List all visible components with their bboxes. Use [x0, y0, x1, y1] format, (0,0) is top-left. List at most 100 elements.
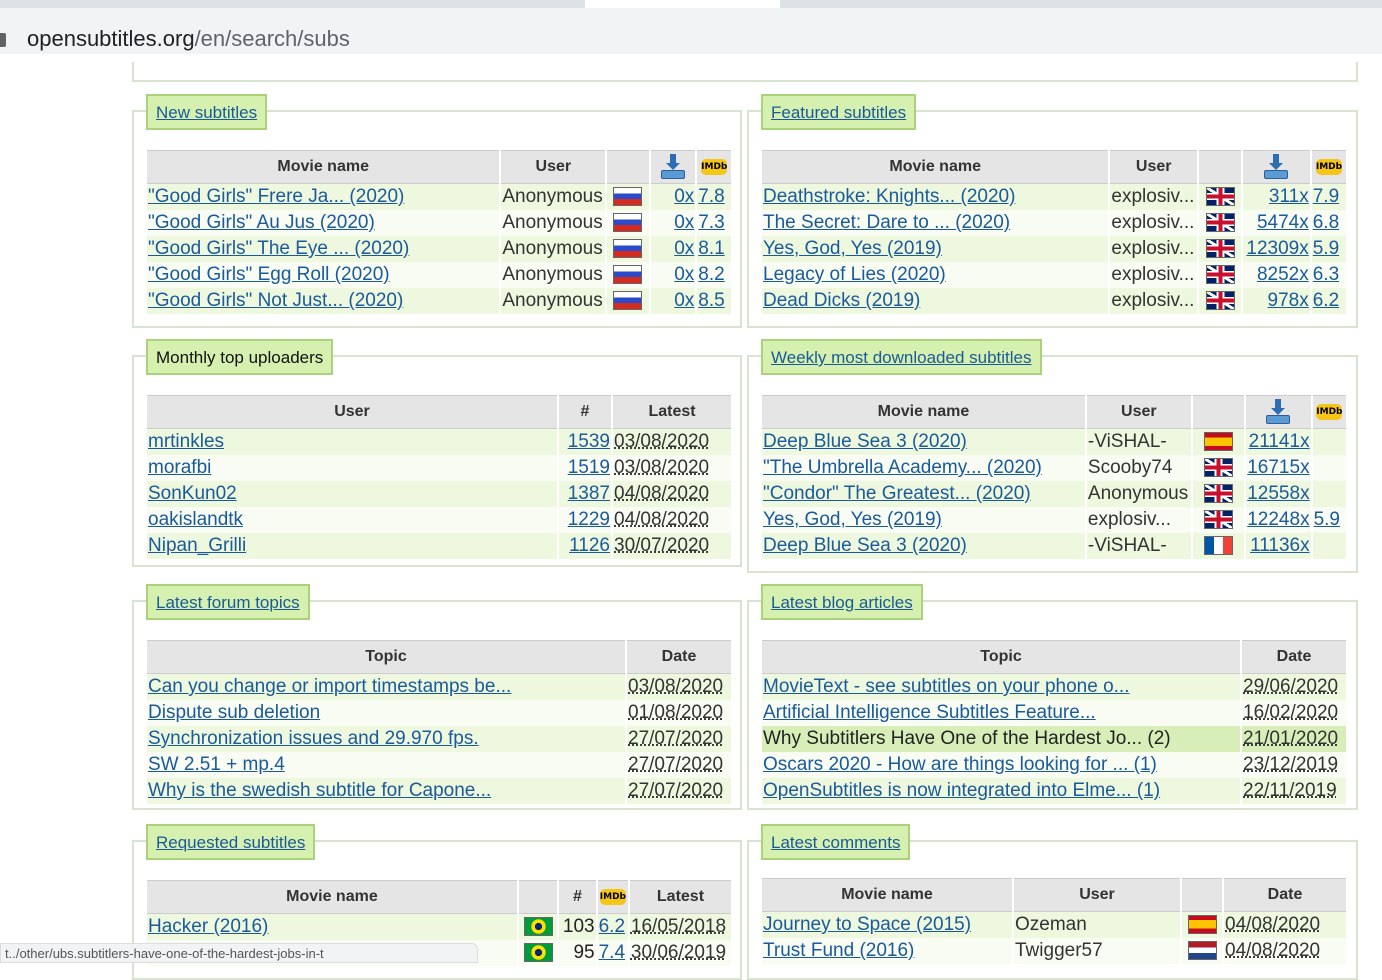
upload-count-link[interactable]: 1539 [568, 431, 610, 452]
topic-text[interactable]: Why Subtitlers Have One of the Hardest J… [763, 728, 1171, 749]
movie-link[interactable]: Deep Blue Sea 3 (2020) [763, 431, 967, 452]
movie-link[interactable]: Deathstroke: Knights... (2020) [763, 186, 1015, 207]
downloads-link[interactable]: 5474x [1257, 212, 1309, 233]
featured-subtitles-legend[interactable]: Featured subtitles [761, 94, 917, 130]
blog-articles-link[interactable]: Latest blog articles [771, 593, 913, 612]
topic-link[interactable]: Why is the swedish subtitle for Capone..… [148, 780, 491, 801]
movie-link[interactable]: "Condor" The Greatest... (2020) [763, 483, 1031, 504]
topic-link[interactable]: MovieText - see subtitles on your phone … [763, 676, 1129, 697]
downloads-link[interactable]: 978x [1268, 290, 1309, 311]
browser-address-bar: opensubtitles.org/en/search/subs [0, 0, 1382, 62]
movie-link[interactable]: Yes, God, Yes (2019) [763, 509, 942, 530]
imdb-rating-link[interactable]: 7.4 [599, 942, 625, 963]
lock-icon[interactable] [0, 33, 6, 47]
active-tab-edge [585, 0, 780, 8]
downloads-link[interactable]: 311x [1269, 186, 1309, 207]
imdb-rating-link[interactable]: 8.1 [698, 238, 724, 259]
imdb-rating-link[interactable]: 6.2 [599, 916, 625, 937]
table-row: morafbi 1519 03/08/2020 [147, 455, 731, 481]
upload-count-link[interactable]: 1387 [568, 483, 610, 504]
weekly-downloaded-link[interactable]: Weekly most downloaded subtitles [771, 348, 1032, 367]
movie-link[interactable]: Yes, God, Yes (2019) [763, 238, 942, 259]
downloads-link[interactable]: 21141x [1249, 431, 1310, 452]
downloads-link[interactable]: 0x [674, 212, 694, 233]
uploader-link[interactable]: morafbi [148, 457, 211, 478]
imdb-rating-link[interactable]: 6.3 [1313, 264, 1339, 285]
movie-link[interactable]: Journey to Space (2015) [763, 914, 971, 935]
uploader-link[interactable]: oakislandtk [148, 509, 243, 530]
uploader-link[interactable]: SonKun02 [148, 483, 237, 504]
imdb-rating-link[interactable]: 5.9 [1313, 238, 1339, 259]
downloads-link[interactable]: 0x [674, 290, 694, 311]
movie-link[interactable]: Deep Blue Sea 3 (2020) [763, 535, 967, 556]
omnibox[interactable]: opensubtitles.org/en/search/subs [0, 8, 1382, 54]
downloads-cell: 0x [650, 236, 696, 262]
table-row: MovieText - see subtitles on your phone … [762, 674, 1346, 700]
imdb-rating-link[interactable]: 5.9 [1314, 509, 1340, 530]
topic-link[interactable]: SW 2.51 + mp.4 [148, 754, 285, 775]
topic-link[interactable]: Oscars 2020 - How are things looking for… [763, 754, 1157, 775]
upload-count-link[interactable]: 1126 [569, 535, 610, 556]
downloads-link[interactable]: 12558x [1247, 483, 1309, 504]
requested-subtitles-legend[interactable]: Requested subtitles [146, 824, 316, 860]
new-subtitles-legend[interactable]: New subtitles [146, 94, 268, 130]
imdb-rating-link[interactable]: 6.8 [1313, 212, 1339, 233]
upload-count-link[interactable]: 1229 [568, 509, 610, 530]
forum-topics-legend[interactable]: Latest forum topics [146, 584, 310, 620]
movie-link[interactable]: The Secret: Dare to ... (2020) [763, 212, 1010, 233]
downloads-link[interactable]: 12248x [1247, 509, 1309, 530]
latest-comments-link[interactable]: Latest comments [771, 833, 900, 852]
movie-link[interactable]: Legacy of Lies (2020) [763, 264, 946, 285]
topic-link[interactable]: Artificial Intelligence Subtitles Featur… [763, 702, 1096, 723]
movie-link[interactable]: "Good Girls" Frere Ja... (2020) [148, 186, 404, 207]
imdb-rating-link[interactable]: 7.9 [1313, 186, 1339, 207]
latest-comments-legend[interactable]: Latest comments [761, 824, 911, 860]
flag-gb-icon [1205, 265, 1235, 285]
user-cell: oakislandtk [147, 507, 557, 533]
header-user: User [1110, 150, 1197, 184]
url-text[interactable]: opensubtitles.org/en/search/subs [27, 26, 350, 52]
weekly-downloaded-table: Movie name User IMDb Deep Blue Sea 3 (2020)… [760, 395, 1348, 559]
blog-articles-panel: Latest blog articles Topic Date MovieText … [747, 584, 1358, 810]
uploader-link[interactable]: Nipan_Grilli [148, 535, 246, 556]
requested-subtitles-link[interactable]: Requested subtitles [156, 833, 305, 852]
imdb-rating-link[interactable]: 6.2 [1313, 290, 1339, 311]
downloads-link[interactable]: 0x [674, 186, 694, 207]
movie-link[interactable]: Trust Fund (2016) [763, 940, 914, 961]
movie-link[interactable]: "Good Girls" The Eye ... (2020) [148, 238, 409, 259]
topic-cell: Can you change or import timestamps be..… [147, 674, 625, 700]
movie-link[interactable]: "Good Girls" Not Just... (2020) [148, 290, 403, 311]
topic-cell: Why Subtitlers Have One of the Hardest J… [762, 726, 1240, 752]
downloads-link[interactable]: 12309x [1246, 238, 1308, 259]
movie-link[interactable]: Hacker (2016) [148, 916, 268, 937]
downloads-link[interactable]: 11136x [1250, 535, 1310, 556]
downloads-link[interactable]: 0x [674, 238, 694, 259]
header-movie-name: Movie name [762, 395, 1085, 429]
movie-link[interactable]: Dead Dicks (2019) [763, 290, 920, 311]
user-name: explosiv... [1111, 212, 1195, 233]
weekly-downloaded-legend[interactable]: Weekly most downloaded subtitles [761, 339, 1042, 375]
imdb-rating-link[interactable]: 7.8 [698, 186, 724, 207]
movie-link[interactable]: "Good Girls" Egg Roll (2020) [148, 264, 390, 285]
header-flag [1198, 150, 1242, 184]
upload-count-link[interactable]: 1519 [568, 457, 610, 478]
user-cell: mrtinkles [147, 429, 557, 455]
downloads-link[interactable]: 0x [674, 264, 694, 285]
imdb-rating-link[interactable]: 8.2 [698, 264, 724, 285]
new-subtitles-link[interactable]: New subtitles [156, 103, 257, 122]
topic-link[interactable]: Dispute sub deletion [148, 702, 320, 723]
downloads-link[interactable]: 8252x [1257, 264, 1309, 285]
topic-link[interactable]: Can you change or import timestamps be..… [148, 676, 511, 697]
movie-link[interactable]: "Good Girls" Au Jus (2020) [148, 212, 375, 233]
header-flag [518, 880, 558, 914]
downloads-link[interactable]: 16715x [1247, 457, 1309, 478]
topic-link[interactable]: OpenSubtitles is now integrated into Elm… [763, 780, 1160, 801]
imdb-rating-link[interactable]: 7.3 [698, 212, 724, 233]
movie-link[interactable]: "The Umbrella Academy... (2020) [763, 457, 1042, 478]
topic-link[interactable]: Synchronization issues and 29.970 fps. [148, 728, 479, 749]
imdb-rating-link[interactable]: 8.5 [698, 290, 724, 311]
forum-topics-link[interactable]: Latest forum topics [156, 593, 300, 612]
uploader-link[interactable]: mrtinkles [148, 431, 224, 452]
featured-subtitles-link[interactable]: Featured subtitles [771, 103, 906, 122]
blog-articles-legend[interactable]: Latest blog articles [761, 584, 923, 620]
